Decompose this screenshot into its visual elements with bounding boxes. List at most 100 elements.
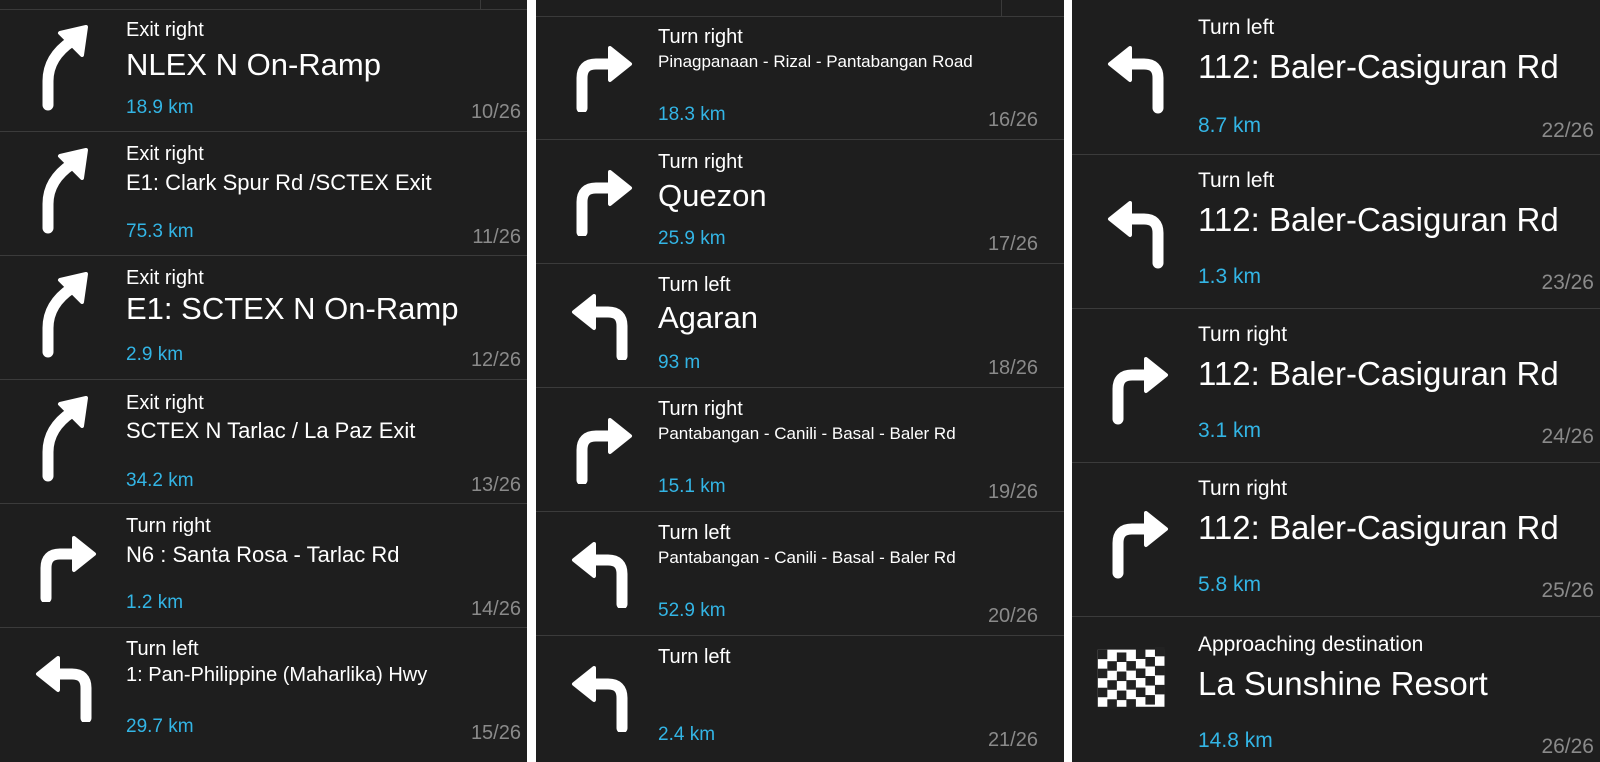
turn-left-arrow-icon <box>562 278 642 368</box>
step-counter: 12/26 <box>470 349 521 371</box>
distance: 25.9 km <box>658 228 726 249</box>
step-counter: 17/26 <box>987 233 1038 255</box>
step-counter: 20/26 <box>987 605 1038 627</box>
turn-right-arrow-icon <box>562 154 642 244</box>
street-name: Pinagpanaan - Rizal - Pantabangan Road <box>658 52 973 71</box>
turn-right-arrow-icon <box>1098 495 1178 585</box>
exit-right-arrow-icon <box>26 392 106 482</box>
maneuver-instruction: Turn left <box>658 274 731 296</box>
list-item[interactable]: Turn left Agaran 93 m 18/26 <box>536 264 1064 388</box>
maneuver-instruction: Turn right <box>658 26 743 48</box>
directions-list[interactable]: Turn left 112: Baler-Casiguran Rd 8.7 km… <box>1072 0 1600 762</box>
street-name: 112: Baler-Casiguran Rd <box>1198 48 1559 85</box>
maneuver-instruction: Turn right <box>1198 477 1288 500</box>
distance: 5.8 km <box>1198 573 1262 596</box>
street-name: N6 : Santa Rosa - Tarlac Rd <box>126 542 400 567</box>
maneuver-instruction: Exit right <box>126 267 204 289</box>
step-counter: 23/26 <box>1541 271 1594 294</box>
list-item[interactable]: Turn left 112: Baler-Casiguran Rd 1.3 km… <box>1072 155 1600 309</box>
maneuver-instruction: Exit right <box>126 392 204 414</box>
street-name: Quezon <box>658 178 767 213</box>
turn-left-arrow-icon <box>562 526 642 616</box>
distance: 2.9 km <box>126 344 184 365</box>
directions-list[interactable]: Turn right Pinagpanaan - Rizal - Pantaba… <box>536 16 1064 762</box>
step-counter: 26/26 <box>1541 735 1594 758</box>
list-item[interactable]: Turn right 112: Baler-Casiguran Rd 3.1 k… <box>1072 309 1600 463</box>
distance: 18.9 km <box>126 97 194 118</box>
maneuver-instruction: Turn left <box>126 638 199 660</box>
street-name: 112: Baler-Casiguran Rd <box>1198 201 1559 238</box>
step-counter: 13/26 <box>470 474 521 496</box>
turn-left-arrow-icon <box>562 650 642 740</box>
turn-left-arrow-icon <box>26 640 106 730</box>
step-counter: 15/26 <box>470 722 521 744</box>
list-item[interactable]: Turn left Pantabangan - Canili - Basal -… <box>536 512 1064 636</box>
step-counter: 11/26 <box>472 226 521 248</box>
turn-left-arrow-icon <box>1098 185 1178 275</box>
maneuver-instruction: Turn right <box>658 151 743 173</box>
list-item[interactable]: Turn left 2.4 km 21/26 <box>536 636 1064 762</box>
street-name: E1: SCTEX N On-Ramp <box>126 291 459 326</box>
maneuver-instruction: Turn left <box>658 646 731 668</box>
list-item[interactable]: Exit right E1: Clark Spur Rd /SCTEX Exit… <box>0 132 527 256</box>
distance: 52.9 km <box>658 600 726 621</box>
turn-right-arrow-icon <box>562 402 642 492</box>
distance: 2.4 km <box>658 724 716 745</box>
street-name: E1: Clark Spur Rd /SCTEX Exit <box>126 170 432 195</box>
directions-panel-1: Exit right NLEX N On-Ramp 18.9 km 10/26 … <box>0 0 527 762</box>
street-name: SCTEX N Tarlac / La Paz Exit <box>126 418 416 443</box>
exit-right-arrow-icon <box>26 144 106 234</box>
list-item[interactable]: Turn right 112: Baler-Casiguran Rd 5.8 k… <box>1072 463 1600 617</box>
maneuver-instruction: Turn right <box>658 398 743 420</box>
street-name: 1: Pan-Philippine (Maharlika) Hwy <box>126 664 428 686</box>
distance: 1.3 km <box>1198 265 1262 288</box>
list-item[interactable]: Turn right Quezon 25.9 km 17/26 <box>536 140 1064 264</box>
distance: 8.7 km <box>1198 114 1262 137</box>
step-counter: 16/26 <box>987 109 1038 131</box>
step-counter: 18/26 <box>987 357 1038 379</box>
maneuver-instruction: Turn left <box>1198 169 1275 192</box>
checkered-flag-icon <box>1094 637 1174 727</box>
exit-right-arrow-icon <box>26 21 106 111</box>
street-name: Pantabangan - Canili - Basal - Baler Rd <box>658 424 956 443</box>
distance: 14.8 km <box>1198 729 1273 752</box>
list-item[interactable]: Approaching destination La Sunshine Reso… <box>1072 617 1600 762</box>
list-item[interactable]: Turn right Pantabangan - Canili - Basal … <box>536 388 1064 512</box>
maneuver-instruction: Approaching destination <box>1198 633 1424 656</box>
turn-right-arrow-icon <box>562 30 642 120</box>
list-item[interactable]: Turn left 112: Baler-Casiguran Rd 8.7 km… <box>1072 0 1600 155</box>
turn-right-arrow-icon <box>26 520 106 610</box>
step-counter: 19/26 <box>987 481 1038 503</box>
distance: 29.7 km <box>126 716 194 737</box>
directions-list[interactable]: Exit right NLEX N On-Ramp 18.9 km 10/26 … <box>0 9 527 762</box>
step-counter: 24/26 <box>1541 425 1594 448</box>
maneuver-instruction: Turn left <box>658 522 731 544</box>
street-name: 112: Baler-Casiguran Rd <box>1198 355 1559 392</box>
turn-left-arrow-icon <box>1098 30 1178 120</box>
distance: 1.2 km <box>126 592 184 613</box>
list-item[interactable]: Exit right E1: SCTEX N On-Ramp 2.9 km 12… <box>0 256 527 380</box>
list-item[interactable]: Turn right Pinagpanaan - Rizal - Pantaba… <box>536 16 1064 140</box>
top-divider <box>536 0 1064 17</box>
list-item[interactable]: Exit right SCTEX N Tarlac / La Paz Exit … <box>0 380 527 504</box>
street-name: La Sunshine Resort <box>1198 665 1488 702</box>
step-counter: 22/26 <box>1541 119 1594 142</box>
exit-right-arrow-icon <box>26 268 106 358</box>
list-item[interactable]: Turn left 1: Pan-Philippine (Maharlika) … <box>0 628 527 762</box>
step-counter: 25/26 <box>1541 579 1594 602</box>
distance: 34.2 km <box>126 470 194 491</box>
distance: 18.3 km <box>658 104 726 125</box>
maneuver-instruction: Turn left <box>1198 16 1275 39</box>
street-name: Pantabangan - Canili - Basal - Baler Rd <box>658 548 956 567</box>
step-counter: 14/26 <box>470 598 521 620</box>
maneuver-instruction: Turn right <box>126 515 211 537</box>
list-item[interactable]: Exit right NLEX N On-Ramp 18.9 km 10/26 <box>0 9 527 132</box>
list-item[interactable]: Turn right N6 : Santa Rosa - Tarlac Rd 1… <box>0 504 527 628</box>
maneuver-instruction: Exit right <box>126 143 204 165</box>
street-name: 112: Baler-Casiguran Rd <box>1198 509 1559 546</box>
step-counter: 21/26 <box>987 729 1038 751</box>
distance: 15.1 km <box>658 476 726 497</box>
street-name: Agaran <box>658 300 758 335</box>
directions-panel-3: Turn left 112: Baler-Casiguran Rd 8.7 km… <box>1072 0 1600 762</box>
turn-right-arrow-icon <box>1098 341 1178 431</box>
